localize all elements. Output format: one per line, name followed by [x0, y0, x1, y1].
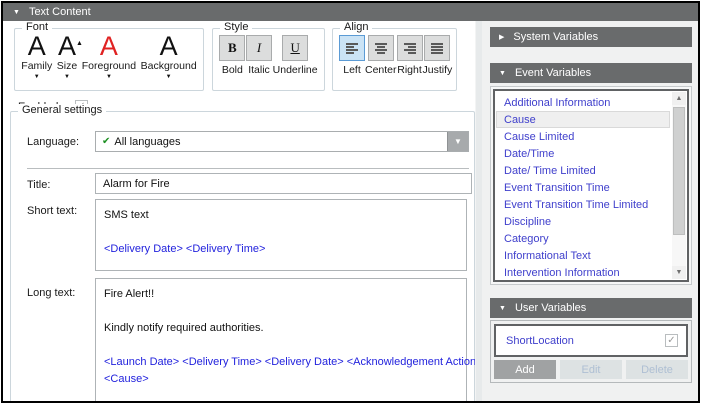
long-text-label: Long text: [27, 287, 75, 299]
event-variable-item[interactable]: Intervention Information [495, 264, 671, 281]
foreground-color-icon: A [100, 33, 118, 59]
chevron-down-icon[interactable]: ▼ [106, 74, 112, 80]
event-variables-header[interactable]: ▼ Event Variables [490, 63, 692, 83]
long-text-line2: Kindly notify required authorities. [104, 320, 458, 337]
event-variables-list-container: Additional Information Cause Cause Limit… [490, 86, 692, 285]
align-group-label: Align [340, 21, 372, 33]
general-settings-label: General settings [18, 104, 106, 116]
title-label: Title: [27, 179, 50, 191]
short-text-line: SMS text [104, 207, 458, 224]
user-variables-title: User Variables [515, 302, 586, 314]
title-value: Alarm for Fire [103, 178, 170, 190]
title-input[interactable]: Alarm for Fire [95, 173, 472, 194]
check-icon: ✔ [102, 136, 110, 147]
short-text-label: Short text: [27, 205, 77, 217]
italic-button[interactable]: I Italic [246, 35, 272, 76]
short-text-variable-tokens: <Delivery Date> <Delivery Time> [104, 241, 458, 258]
background-color-icon: A [160, 33, 178, 59]
user-variables-header[interactable]: ▼ User Variables [490, 298, 692, 318]
text-content-window: ▼ Text Content Font A Family ▼ A▲ Size ▼ [1, 1, 700, 403]
window-title: Text Content [29, 6, 91, 18]
font-size-button[interactable]: A▲ Size ▼ [57, 33, 77, 80]
align-justify-button[interactable]: Justify [423, 35, 453, 76]
language-dropdown[interactable]: ✔ All languages ▼ [95, 131, 469, 152]
chevron-down-icon[interactable]: ▼ [166, 74, 172, 80]
event-variables-title: Event Variables [515, 67, 591, 79]
user-variable-checkbox[interactable]: ✓ [665, 334, 678, 347]
expand-right-icon: ▶ [499, 34, 504, 41]
panel-scroll-strip[interactable] [475, 21, 482, 401]
align-right-icon [403, 42, 417, 54]
scroll-down-icon[interactable]: ▼ [672, 266, 686, 279]
event-variable-item[interactable]: Category [495, 230, 671, 247]
long-text-variable-tokens-line2: <Cause> [104, 371, 458, 388]
event-variable-item[interactable]: Additional Information [495, 94, 671, 111]
align-left-button[interactable]: Left [339, 35, 365, 76]
collapse-down-icon: ▼ [499, 305, 506, 312]
event-variable-item[interactable]: Informational Text [495, 247, 671, 264]
long-text-line1: Fire Alert!! [104, 286, 458, 303]
font-family-button[interactable]: A Family ▼ [21, 33, 52, 80]
collapse-icon: ▼ [13, 9, 20, 16]
user-variable-row[interactable]: ShortLocation ✓ [494, 324, 688, 357]
event-variable-item[interactable]: Event Transition Time Limited [495, 196, 671, 213]
event-variable-item[interactable]: Date/Time [495, 145, 671, 162]
language-label: Language: [27, 136, 79, 148]
align-group: Align Left Center [332, 28, 457, 91]
short-text-textarea[interactable]: SMS text <Delivery Date> <Delivery Time> [95, 199, 467, 271]
font-group: Font A Family ▼ A▲ Size ▼ A Foreground [14, 28, 204, 91]
event-variable-item[interactable]: Event Transition Time [495, 179, 671, 196]
style-group: Style B Bold I Italic U Underline [212, 28, 325, 91]
align-justify-icon [430, 42, 444, 54]
align-center-icon [374, 42, 388, 54]
scroll-up-icon[interactable]: ▲ [672, 92, 686, 105]
separator-line [27, 168, 469, 169]
event-variable-item[interactable]: Date/ Time Limited [495, 162, 671, 179]
add-button[interactable]: Add [494, 360, 556, 379]
dropdown-arrow-button[interactable]: ▼ [447, 132, 468, 151]
event-variable-item[interactable]: Cause Limited [495, 128, 671, 145]
user-variable-name: ShortLocation [506, 335, 665, 347]
chevron-down-icon[interactable]: ▼ [34, 74, 40, 80]
chevron-down-icon[interactable]: ▼ [64, 74, 70, 80]
font-foreground-button[interactable]: A Foreground ▼ [82, 33, 136, 80]
system-variables-header[interactable]: ▶ System Variables [490, 27, 692, 47]
text-content-editor-panel: Font A Family ▼ A▲ Size ▼ A Foreground [3, 21, 475, 401]
event-variables-scrollbar[interactable]: ▲ ▼ [672, 92, 686, 279]
delete-button[interactable]: Delete [626, 360, 688, 379]
language-value: All languages [114, 136, 447, 148]
align-center-button[interactable]: Center [365, 35, 397, 76]
variables-panel: ▶ System Variables ▼ Event Variables Add… [482, 21, 698, 401]
font-size-icon: A▲ [58, 33, 76, 59]
long-text-variable-tokens-line1: <Launch Date> <Delivery Time> <Delivery … [104, 354, 458, 371]
event-variables-listbox: Additional Information Cause Cause Limit… [493, 89, 689, 282]
edit-button[interactable]: Edit [560, 360, 622, 379]
font-background-button[interactable]: A Background ▼ [141, 33, 197, 80]
bold-icon: B [228, 40, 237, 56]
system-variables-title: System Variables [513, 31, 598, 43]
collapse-down-icon: ▼ [499, 70, 506, 77]
underline-button[interactable]: U Underline [273, 35, 318, 76]
text-content-header[interactable]: ▼ Text Content [3, 3, 698, 21]
align-left-icon [345, 42, 359, 54]
align-right-button[interactable]: Right [397, 35, 423, 76]
font-family-icon: A [28, 33, 46, 59]
underline-icon: U [290, 40, 299, 56]
style-group-label: Style [220, 21, 252, 33]
bold-button[interactable]: B Bold [219, 35, 245, 76]
scrollbar-thumb[interactable] [673, 107, 685, 235]
event-variable-item-selected[interactable]: Cause [496, 111, 670, 128]
long-text-textarea[interactable]: Fire Alert!! Kindly notify required auth… [95, 278, 467, 401]
italic-icon: I [257, 40, 261, 56]
user-variables-container: ShortLocation ✓ Add Edit Delete [490, 320, 692, 383]
event-variable-item[interactable]: Discipline [495, 213, 671, 230]
